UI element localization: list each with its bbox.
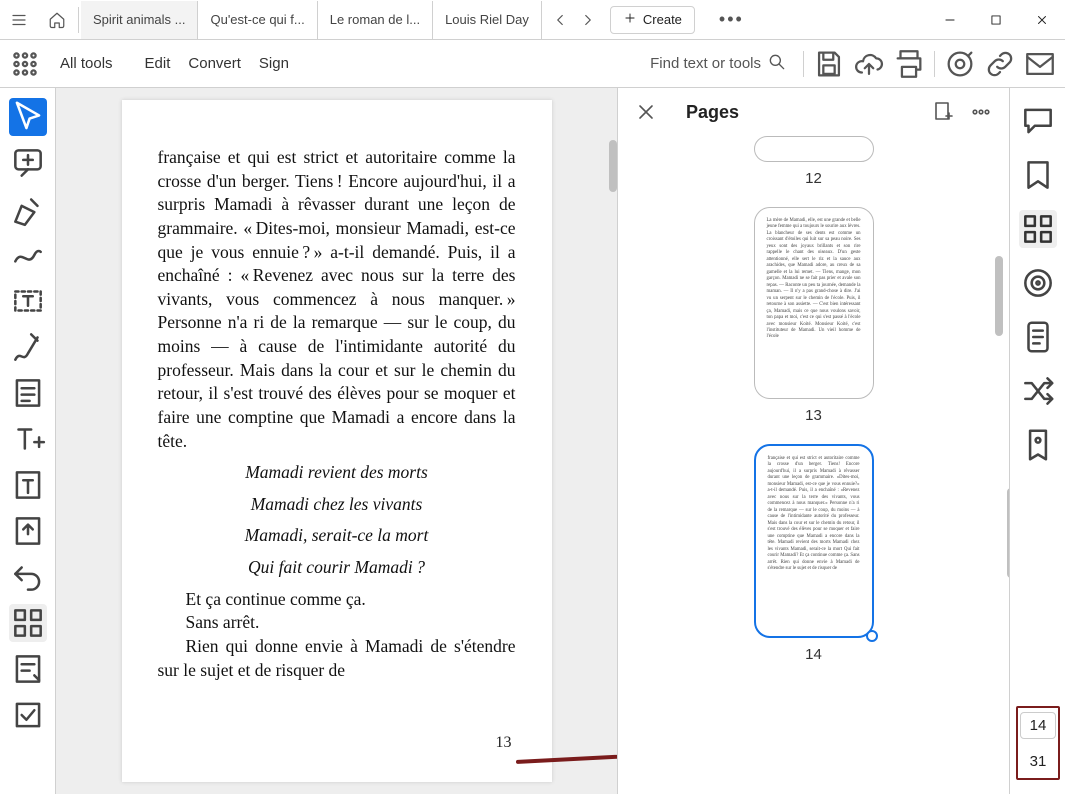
page-content: française et qui est strict et autoritai… — [122, 100, 552, 782]
tag-icon[interactable] — [1019, 426, 1057, 464]
verse-line: Qui fait courir Mamadi ? — [158, 556, 516, 580]
verse-line: Mamadi, serait-ce la mort — [158, 524, 516, 548]
title-bar: Spirit animals ... Qu'est-ce qui f... Le… — [0, 0, 1065, 40]
stamp-icon[interactable] — [9, 650, 47, 688]
ai-assistant-icon[interactable] — [943, 47, 977, 81]
verse-line: Mamadi revient des morts — [158, 461, 516, 485]
thumb-label: 13 — [805, 407, 822, 424]
draw-icon[interactable] — [9, 236, 47, 274]
thumb-13[interactable]: La mère de Mamadi, elle, est une grande … — [658, 207, 969, 424]
print-icon[interactable] — [892, 47, 926, 81]
pages-panel-header: Pages — [618, 88, 1009, 136]
pages-panel-title: Pages — [686, 102, 915, 123]
thumb-text: française et qui est strict et autoritai… — [756, 446, 872, 636]
pages-panel: Pages 12 La mère de Mamadi, elle, est un… — [617, 88, 1009, 794]
shuffle-icon[interactable] — [1019, 372, 1057, 410]
panel-more-icon[interactable] — [969, 100, 993, 124]
crop-icon[interactable] — [9, 696, 47, 734]
tab-0[interactable]: Spirit animals ... — [81, 1, 198, 39]
link-icon[interactable] — [983, 47, 1017, 81]
create-label: Create — [643, 12, 682, 27]
sign-button[interactable]: Sign — [259, 55, 289, 72]
scrollbar[interactable] — [609, 140, 617, 192]
page-nav-overlay: 14 31 — [1016, 706, 1060, 780]
current-page-box[interactable]: 14 — [1020, 712, 1056, 739]
document-icon[interactable] — [1019, 318, 1057, 356]
text-box-icon[interactable] — [9, 282, 47, 320]
tab-3[interactable]: Louis Riel Day — [433, 1, 542, 39]
tab-2[interactable]: Le roman de l... — [318, 1, 433, 39]
thumbnail-list[interactable]: 12 La mère de Mamadi, elle, est une gran… — [618, 136, 1009, 794]
highlight-icon[interactable] — [9, 190, 47, 228]
close-panel-icon[interactable] — [634, 100, 658, 124]
scrollbar[interactable] — [995, 256, 1003, 336]
page-number: 13 — [496, 734, 512, 752]
left-tool-rail — [0, 88, 56, 794]
find-button[interactable]: Find text or tools — [650, 52, 787, 76]
comments-icon[interactable] — [1019, 102, 1057, 140]
titlebar-left: Spirit animals ... Qu'est-ce qui f... Le… — [0, 1, 760, 39]
body-line: Rien qui donne envie à Mamadi de s'étend… — [158, 635, 516, 682]
plus-icon — [623, 11, 637, 28]
thumb-text: La mère de Mamadi, elle, est une grande … — [755, 208, 873, 398]
thumb-14[interactable]: française et qui est strict et autoritai… — [658, 444, 969, 663]
tab-next-icon[interactable] — [574, 1, 602, 39]
thumb-label: 12 — [805, 170, 822, 187]
selection-handle-icon[interactable] — [866, 630, 878, 642]
convert-button[interactable]: Convert — [188, 55, 241, 72]
add-text-icon[interactable] — [9, 420, 47, 458]
undo-icon[interactable] — [9, 558, 47, 596]
select-tool-icon[interactable] — [9, 98, 47, 136]
minimize-button[interactable] — [927, 1, 973, 39]
mail-icon[interactable] — [1023, 47, 1057, 81]
maximize-button[interactable] — [973, 1, 1019, 39]
thumbnails-icon[interactable] — [9, 604, 47, 642]
cloud-upload-icon[interactable] — [852, 47, 886, 81]
body-line: Et ça continue comme ça. — [158, 588, 516, 612]
document-view[interactable]: française et qui est strict et autoritai… — [56, 88, 617, 794]
all-tools-button[interactable]: All tools — [60, 55, 113, 72]
save-icon[interactable] — [812, 47, 846, 81]
thumb-12[interactable]: 12 — [658, 136, 969, 187]
thumb-label: 14 — [805, 646, 822, 663]
tools-grid-icon[interactable] — [8, 47, 42, 81]
verse-line: Mamadi chez les vivants — [158, 493, 516, 517]
main-area: française et qui est strict et autoritai… — [0, 88, 1065, 794]
hamburger-icon[interactable] — [0, 1, 38, 39]
thumbnails-icon[interactable] — [1019, 210, 1057, 248]
total-pages-box: 31 — [1020, 749, 1056, 774]
bookmark-icon[interactable] — [1019, 156, 1057, 194]
comment-add-icon[interactable] — [9, 144, 47, 182]
thumb-image: La mère de Mamadi, elle, est une grande … — [754, 207, 874, 399]
tab-prev-icon[interactable] — [546, 1, 574, 39]
body-line: Sans arrêt. — [158, 611, 516, 635]
find-label: Find text or tools — [650, 55, 761, 72]
right-rail: 14 31 — [1009, 88, 1065, 794]
toolbar: All tools Edit Convert Sign Find text or… — [0, 40, 1065, 88]
form-icon[interactable] — [9, 374, 47, 412]
target-icon[interactable] — [1019, 264, 1057, 302]
home-icon[interactable] — [38, 1, 76, 39]
body-paragraph: française et qui est strict et autoritai… — [158, 146, 516, 453]
create-button[interactable]: Create — [610, 6, 695, 34]
search-icon — [767, 52, 787, 76]
more-icon[interactable]: ••• — [703, 9, 760, 30]
tab-1[interactable]: Qu'est-ce qui f... — [198, 1, 317, 39]
export-icon[interactable] — [9, 512, 47, 550]
edit-text-icon[interactable] — [9, 466, 47, 504]
close-button[interactable] — [1019, 1, 1065, 39]
fill-sign-icon[interactable] — [9, 328, 47, 366]
thumb-image-selected: française et qui est strict et autoritai… — [754, 444, 874, 638]
thumb-image — [754, 136, 874, 162]
edit-button[interactable]: Edit — [145, 55, 171, 72]
insert-page-icon[interactable] — [931, 100, 955, 124]
